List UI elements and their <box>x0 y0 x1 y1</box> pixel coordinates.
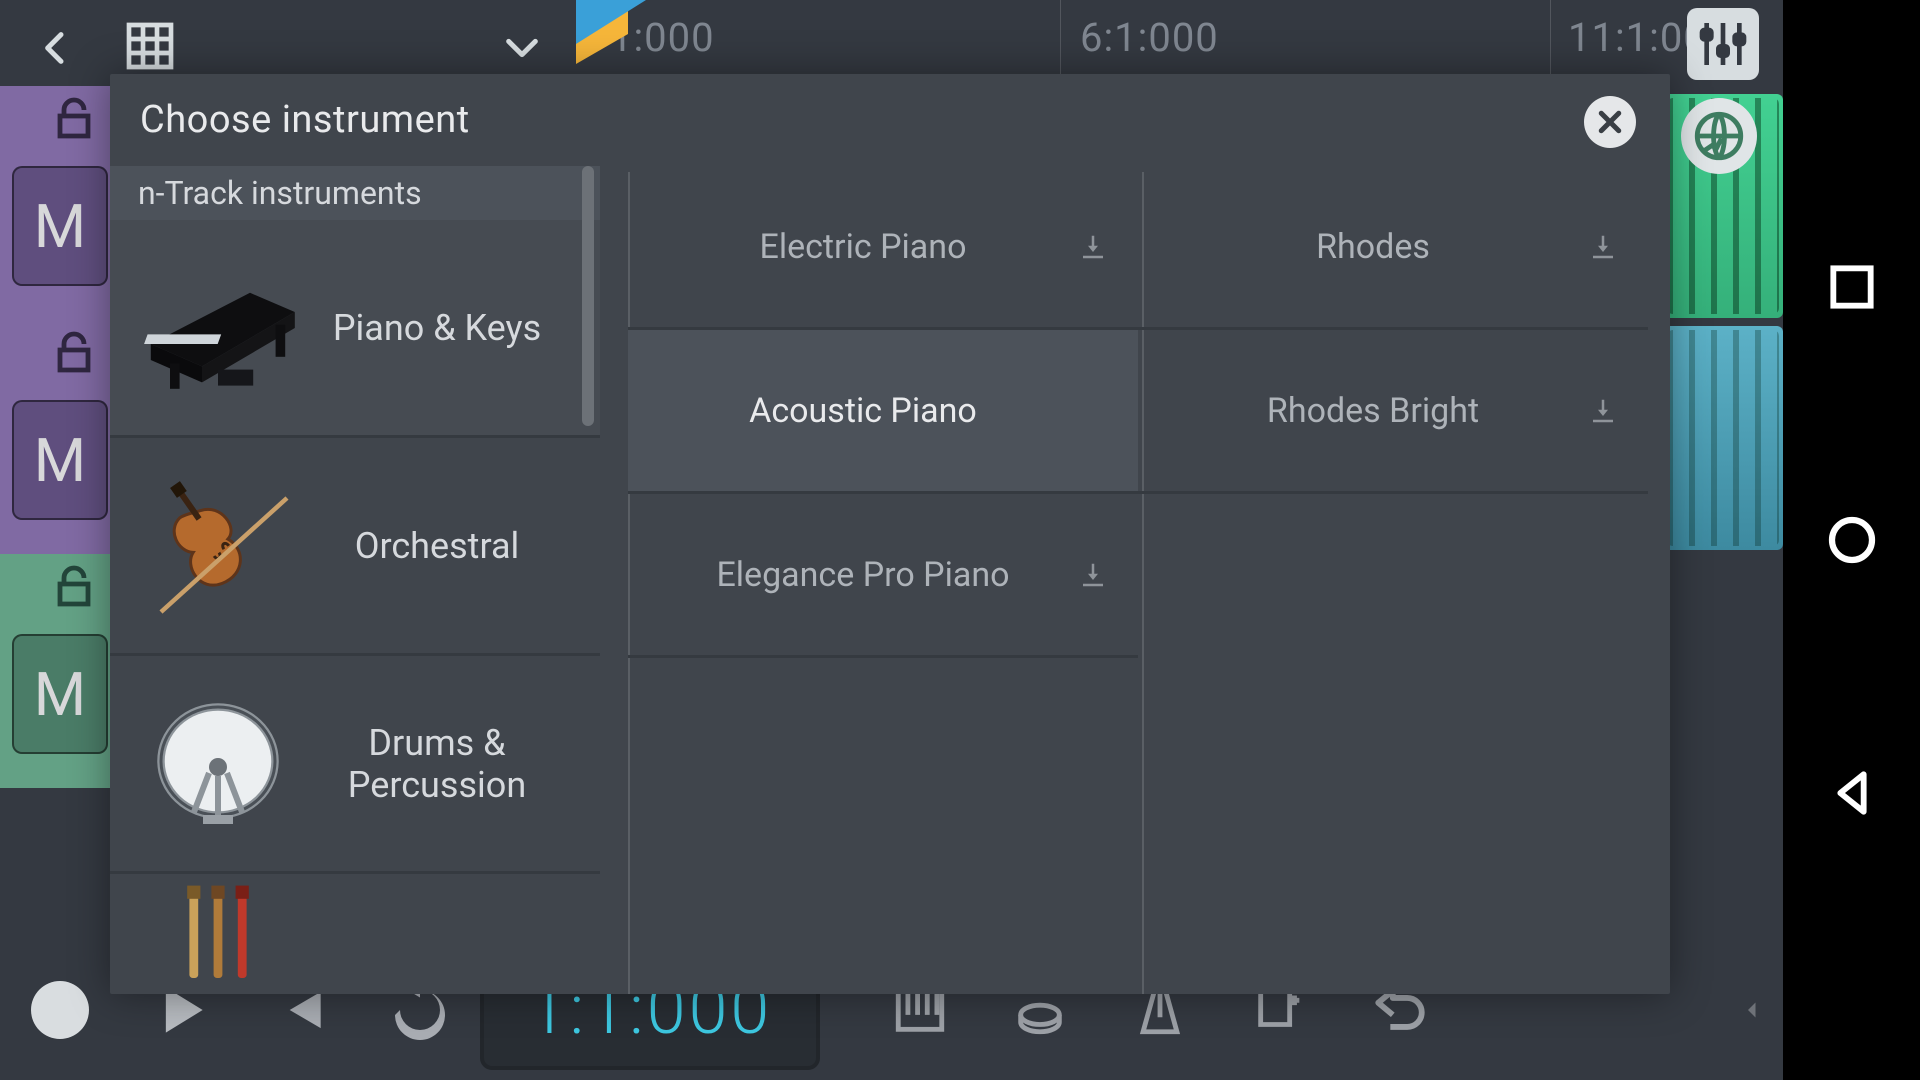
category-guitars[interactable] <box>110 874 600 994</box>
share-globe-button[interactable] <box>1681 98 1757 174</box>
sound-label: Electric Piano <box>760 227 967 267</box>
sound-rhodes-bright[interactable]: Rhodes Bright <box>1138 330 1648 494</box>
category-drums[interactable]: Drums & Percussion <box>110 656 600 874</box>
track-header[interactable]: M <box>0 320 116 554</box>
android-home-button[interactable] <box>1820 508 1884 572</box>
violin-icon <box>138 466 298 626</box>
scrollbar-thumb[interactable] <box>582 166 594 426</box>
lock-icon <box>50 94 106 150</box>
mute-button[interactable]: M <box>12 166 108 286</box>
guitars-icon <box>138 879 298 989</box>
mixer-button[interactable] <box>1687 8 1759 80</box>
category-label: Orchestral <box>330 525 600 567</box>
close-button[interactable] <box>1584 96 1636 148</box>
sound-acoustic-piano[interactable]: Acoustic Piano <box>628 330 1138 494</box>
sound-label: Rhodes <box>1316 227 1430 267</box>
record-button[interactable] <box>0 950 120 1070</box>
sound-label: Acoustic Piano <box>749 391 977 431</box>
sound-label: Elegance Pro Piano <box>716 555 1009 595</box>
category-list[interactable]: n-Track instruments <box>110 166 600 994</box>
sound-electric-piano[interactable]: Electric Piano <box>628 166 1138 330</box>
modal-title: Choose instrument <box>140 98 470 142</box>
track-header[interactable]: M <box>0 554 116 788</box>
drum-icon <box>138 684 298 844</box>
track-header[interactable]: M <box>0 86 116 320</box>
sound-column-1: Electric Piano Acoustic Piano Elegance P… <box>628 166 1138 994</box>
sound-rhodes[interactable]: Rhodes <box>1138 166 1648 330</box>
android-navbar <box>1783 0 1920 1080</box>
mute-button[interactable]: M <box>12 400 108 520</box>
track-dropdown-button[interactable] <box>502 28 558 76</box>
playhead-flag[interactable] <box>576 0 646 64</box>
sound-label: Rhodes Bright <box>1267 391 1479 431</box>
grid-button[interactable] <box>122 18 184 80</box>
back-button[interactable] <box>36 28 84 76</box>
sound-elegance-pro-piano[interactable]: Elegance Pro Piano <box>628 494 1138 658</box>
piano-icon <box>138 248 298 408</box>
category-header: n-Track instruments <box>110 166 600 220</box>
midi-clip[interactable] <box>1663 326 1783 550</box>
lock-icon <box>50 562 106 618</box>
choose-instrument-modal: Choose instrument n-Track instruments <box>110 74 1670 994</box>
lock-icon <box>50 328 106 384</box>
category-piano-keys[interactable]: Piano & Keys <box>110 220 600 438</box>
category-label: Piano & Keys <box>330 307 600 349</box>
sound-empty <box>1138 494 1648 658</box>
sound-column-2: Rhodes Rhodes Bright <box>1138 166 1648 994</box>
collapse-arrow-icon[interactable] <box>1723 950 1783 1070</box>
category-label: Drums & Percussion <box>330 722 600 806</box>
mute-button[interactable]: M <box>12 634 108 754</box>
android-recent-button[interactable] <box>1820 255 1884 319</box>
category-orchestral[interactable]: Orchestral <box>110 438 600 656</box>
android-back-button[interactable] <box>1820 761 1884 825</box>
ruler-mark: 6:1:000 <box>1080 14 1219 61</box>
